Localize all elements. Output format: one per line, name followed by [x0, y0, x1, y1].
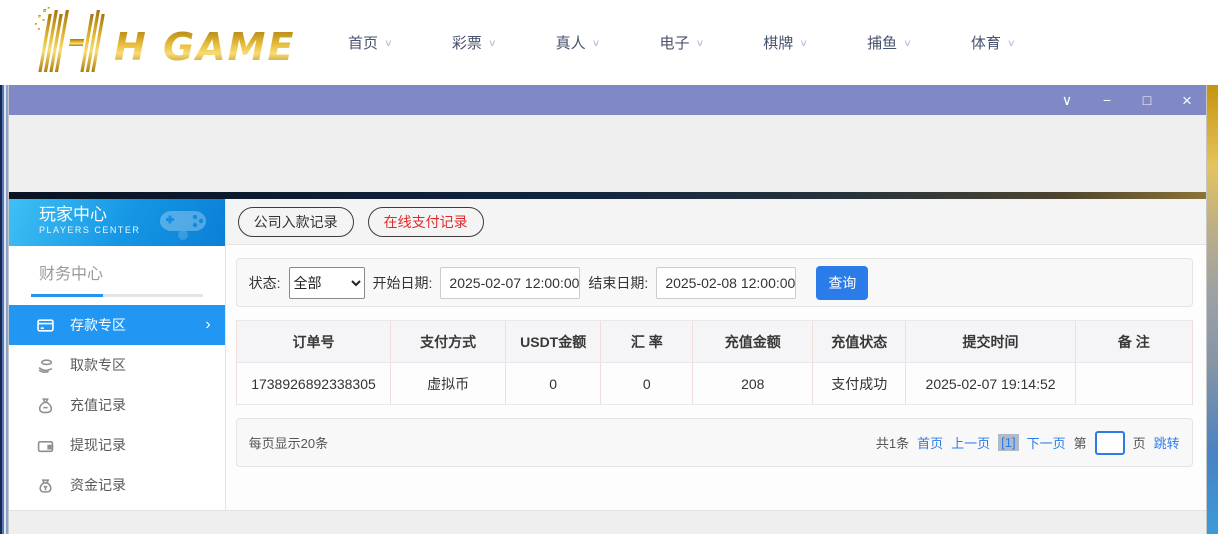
nav-item-slots[interactable]: 电子 ∨ [659, 32, 704, 53]
cell-order-number: 1738926892338305 [237, 363, 392, 404]
nav-item-live[interactable]: 真人 ∨ [556, 32, 601, 53]
nav-item-home[interactable]: 首页 ∨ [348, 32, 393, 53]
records-panel: 公司入款记录 在线支付记录 状态: 全部 开始日期: 结束日期: 查询 订单号 … [226, 199, 1206, 510]
end-date-label: 结束日期: [588, 273, 648, 293]
cell-recharge-status: 支付成功 [813, 363, 906, 404]
chevron-down-icon: ∨ [799, 37, 808, 48]
pagination-bar: 每页显示20条 共1条 首页 上一页 [1] 下一页 第 页 跳转 [236, 418, 1193, 467]
chevron-down-icon: ∨ [695, 37, 704, 48]
jump-suffix-label: 页 [1133, 433, 1146, 452]
main-nav: 首页 ∨ 彩票 ∨ 真人 ∨ 电子 ∨ 棋牌 ∨ 捕鱼 ∨ 体育 ∨ [348, 0, 1016, 85]
col-submit-time: 提交时间 [906, 321, 1076, 362]
col-recharge-status: 充值状态 [813, 321, 906, 362]
logo-mark [26, 7, 106, 72]
sidebar-item-label: 提现记录 [70, 435, 126, 455]
record-tabs: 公司入款记录 在线支付记录 [226, 199, 1206, 245]
sidebar-item-cashout-records[interactable]: 提现记录 [9, 425, 225, 465]
nav-item-sports[interactable]: 体育 ∨ [971, 32, 1016, 53]
window-controls: ∨ − □ × [1058, 85, 1196, 115]
first-page-link[interactable]: 首页 [917, 433, 943, 452]
maximize-icon[interactable]: □ [1138, 93, 1156, 107]
sidebar: 玩家中心 PLAYERS CENTER 财务中心 [9, 199, 226, 510]
page-jump-input[interactable] [1095, 431, 1125, 455]
cashout-wallet-icon [37, 437, 54, 454]
tab-company-deposit-records[interactable]: 公司入款记录 [238, 207, 354, 237]
col-order-number: 订单号 [237, 321, 392, 362]
records-table: 订单号 支付方式 USDT金额 汇 率 充值金额 充值状态 提交时间 备 注 1… [236, 320, 1193, 405]
sidebar-menu: 存款专区 › 取款专区 [9, 305, 225, 505]
logo-text: H GAME [114, 25, 295, 69]
table-row: 1738926892338305 虚拟币 0 0 208 支付成功 2025-0… [237, 363, 1192, 405]
chevron-down-icon: ∨ [592, 37, 601, 48]
end-date-input[interactable] [656, 267, 796, 299]
nav-item-fishing[interactable]: 捕鱼 ∨ [867, 32, 912, 53]
striped-left-edge-decoration [0, 85, 8, 534]
dropdown-icon[interactable]: ∨ [1058, 93, 1076, 107]
recharge-bag-icon [37, 397, 54, 414]
cell-exchange-rate: 0 [601, 363, 693, 404]
chevron-down-icon: ∨ [1007, 37, 1016, 48]
cell-recharge-amount: 208 [693, 363, 813, 404]
funds-bag-icon [37, 477, 54, 494]
page-size-text: 每页显示20条 [249, 433, 328, 452]
gamepad-icon [155, 203, 211, 241]
prev-page-link[interactable]: 上一页 [951, 433, 990, 452]
window-bottom-strip [9, 510, 1206, 534]
col-exchange-rate: 汇 率 [601, 321, 693, 362]
sidebar-item-label: 存款专区 [70, 315, 126, 335]
deposit-card-icon [37, 317, 54, 334]
hgame-logo[interactable]: H GAME [14, 6, 314, 78]
search-button[interactable]: 查询 [816, 266, 868, 300]
nav-item-chess[interactable]: 棋牌 ∨ [763, 32, 808, 53]
players-center-header: 玩家中心 PLAYERS CENTER [9, 199, 225, 246]
cell-usdt-amount: 0 [506, 363, 602, 404]
sidebar-item-label: 资金记录 [70, 475, 126, 495]
start-date-label: 开始日期: [373, 273, 433, 293]
finance-center-heading: 财务中心 [39, 260, 225, 284]
gradient-right-edge-decoration [1207, 85, 1218, 534]
sidebar-item-withdraw-zone[interactable]: 取款专区 [9, 345, 225, 385]
close-icon[interactable]: × [1178, 92, 1196, 109]
sidebar-item-label: 取款专区 [70, 355, 126, 375]
section-underline [31, 294, 203, 297]
tab-online-payment-records[interactable]: 在线支付记录 [368, 207, 484, 237]
pagination-controls: 共1条 首页 上一页 [1] 下一页 第 页 跳转 [876, 431, 1180, 455]
sidebar-item-label: 充值记录 [70, 395, 126, 415]
sidebar-item-deposit-zone[interactable]: 存款专区 › [9, 305, 225, 345]
jump-button[interactable]: 跳转 [1154, 433, 1180, 452]
next-page-link[interactable]: 下一页 [1027, 433, 1066, 452]
cell-submit-time: 2025-02-07 19:14:52 [906, 363, 1076, 404]
col-recharge-amount: 充值金额 [693, 321, 813, 362]
table-header-row: 订单号 支付方式 USDT金额 汇 率 充值金额 充值状态 提交时间 备 注 [237, 321, 1192, 363]
sidebar-item-funds-records[interactable]: 资金记录 [9, 465, 225, 505]
top-navigation-bar: H GAME 首页 ∨ 彩票 ∨ 真人 ∨ 电子 ∨ 棋牌 ∨ 捕鱼 ∨ 体育 … [0, 0, 1218, 85]
current-page-indicator: [1] [998, 434, 1018, 451]
col-usdt-amount: USDT金额 [506, 321, 602, 362]
start-date-input[interactable] [440, 267, 580, 299]
total-count-text: 共1条 [876, 433, 909, 452]
navy-divider-band [9, 192, 1206, 199]
col-remarks: 备 注 [1076, 321, 1192, 362]
window-header-spacer [9, 115, 1206, 192]
chevron-right-icon: › [205, 316, 210, 334]
chevron-down-icon: ∨ [903, 37, 912, 48]
chevron-down-icon: ∨ [488, 37, 497, 48]
status-label: 状态: [249, 273, 281, 293]
jump-prefix-label: 第 [1074, 433, 1087, 452]
nav-item-lottery[interactable]: 彩票 ∨ [452, 32, 497, 53]
status-select[interactable]: 全部 [289, 267, 365, 299]
window-titlebar[interactable]: ∨ − □ × [9, 85, 1206, 115]
cell-remarks [1076, 363, 1192, 404]
filter-bar: 状态: 全部 开始日期: 结束日期: 查询 [236, 258, 1193, 307]
col-payment-method: 支付方式 [391, 321, 506, 362]
player-center-window: ∨ − □ × 玩家中心 PLAYERS CENTER 财务中心 [8, 85, 1207, 534]
minimize-icon[interactable]: − [1098, 93, 1116, 107]
sidebar-item-recharge-records[interactable]: 充值记录 [9, 385, 225, 425]
cell-payment-method: 虚拟币 [391, 363, 506, 404]
chevron-down-icon: ∨ [384, 37, 393, 48]
withdraw-hand-icon [37, 357, 54, 374]
